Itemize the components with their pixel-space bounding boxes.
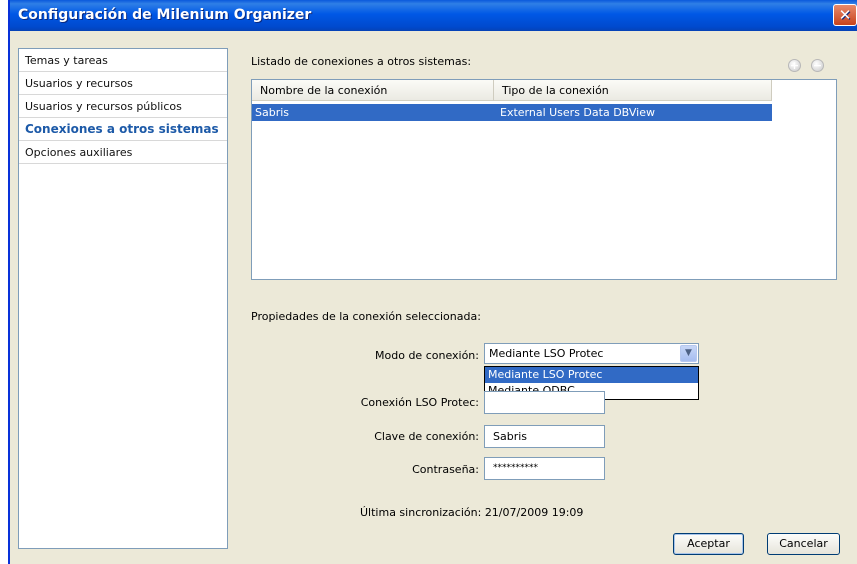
password-label: Contraseña: [412, 463, 479, 476]
mode-label: Modo de conexión: [375, 349, 479, 362]
password-field[interactable]: ********** [484, 457, 605, 480]
close-button[interactable]: ✕ [833, 4, 857, 26]
add-connection-icon[interactable]: + [788, 59, 801, 72]
column-header-type[interactable]: Tipo de la conexión [494, 80, 772, 101]
cancel-button[interactable]: Cancelar [767, 533, 840, 555]
dropdown-option-lso[interactable]: Mediante LSO Protec [485, 367, 698, 383]
title-bar: Configuración de Milenium Organizer ✕ [10, 0, 857, 31]
last-sync-value: 21/07/2009 19:09 [484, 506, 584, 519]
accept-button[interactable]: Aceptar [673, 533, 744, 555]
sidebar-item-usuarios-publicos[interactable]: Usuarios y recursos públicos [19, 95, 227, 118]
connection-name-cell: Sabris [255, 106, 290, 119]
chevron-down-icon[interactable]: ▼ [680, 345, 697, 362]
lso-connection-field[interactable] [484, 391, 605, 414]
table-header: Nombre de la conexión Tipo de la conexió… [252, 80, 772, 101]
connections-list-title: Listado de conexiones a otros sistemas: [251, 55, 472, 68]
connection-key-label: Clave de conexión: [374, 430, 479, 443]
sidebar-item-temas[interactable]: Temas y tareas [19, 49, 227, 72]
connection-key-field[interactable]: Sabris [484, 425, 605, 448]
window-title: Configuración de Milenium Organizer [18, 7, 312, 23]
sidebar-item-conexiones[interactable]: Conexiones a otros sistemas [19, 118, 227, 141]
last-sync-label: Última sincronización: [360, 506, 482, 519]
connection-type-cell: External Users Data DBView [500, 106, 655, 119]
remove-connection-icon[interactable]: − [811, 59, 824, 72]
connection-mode-value: Mediante LSO Protec [489, 347, 604, 360]
lso-connection-label: Conexión LSO Protec: [360, 396, 479, 409]
properties-title: Propiedades de la conexión seleccionada: [251, 310, 481, 323]
sidebar-item-opciones[interactable]: Opciones auxiliares [19, 141, 227, 164]
sidebar-item-usuarios[interactable]: Usuarios y recursos [19, 72, 227, 95]
column-header-name[interactable]: Nombre de la conexión [252, 80, 494, 101]
close-icon: ✕ [838, 6, 852, 24]
connection-mode-select[interactable]: Mediante LSO Protec ▼ [484, 343, 699, 364]
connections-table[interactable]: Nombre de la conexión Tipo de la conexió… [251, 79, 837, 280]
table-row[interactable]: Sabris External Users Data DBView [252, 104, 772, 121]
last-sync-info: Última sincronización: 21/07/2009 19:09 [360, 506, 583, 519]
sidebar: Temas y tareas Usuarios y recursos Usuar… [18, 48, 228, 549]
